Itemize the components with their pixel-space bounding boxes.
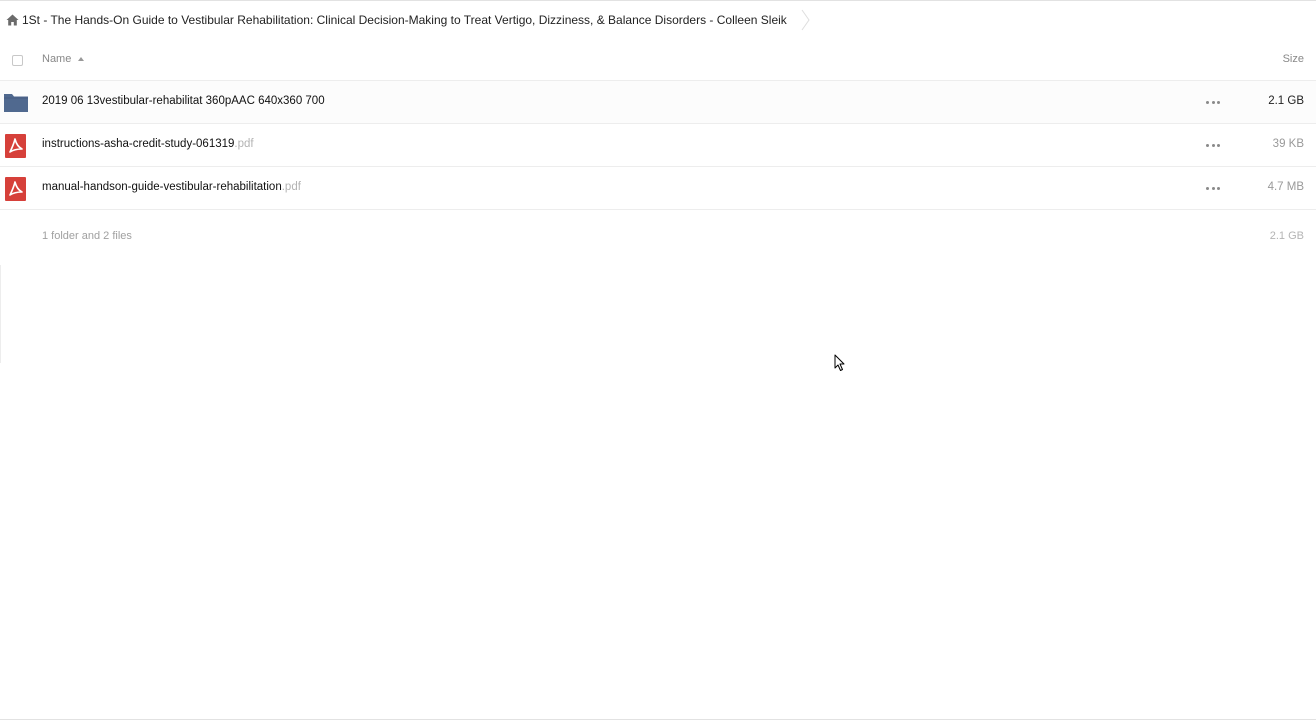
breadcrumb-separator-icon bbox=[801, 9, 810, 31]
select-all-checkbox[interactable] bbox=[12, 55, 23, 66]
more-actions-icon[interactable] bbox=[1206, 96, 1220, 108]
file-name-label: instructions-asha-credit-study-061319 bbox=[42, 138, 235, 150]
file-browser: 1St - The Hands-On Guide to Vestibular R… bbox=[0, 0, 1316, 720]
file-name-label: 2019 06 13vestibular-rehabilitat 360pAAC… bbox=[42, 95, 325, 107]
home-icon[interactable] bbox=[5, 13, 19, 27]
table-row[interactable]: 2019 06 13vestibular-rehabilitat 360pAAC… bbox=[0, 81, 1316, 124]
file-extension: .pdf bbox=[281, 181, 301, 193]
divider bbox=[0, 265, 1, 363]
file-name-label: manual-handson-guide-vestibular-rehabili… bbox=[42, 181, 282, 193]
folder-icon bbox=[4, 94, 28, 112]
file-size: 2.1 GB bbox=[1268, 95, 1304, 107]
table-row[interactable]: manual-handson-guide-vestibular-rehabili… bbox=[0, 167, 1316, 210]
summary-count: 1 folder and 2 files bbox=[42, 230, 132, 242]
file-list: 2019 06 13vestibular-rehabilitat 360pAAC… bbox=[0, 81, 1316, 210]
more-actions-icon[interactable] bbox=[1206, 139, 1220, 151]
size-column-header[interactable]: Size bbox=[1283, 53, 1304, 65]
file-size: 39 KB bbox=[1272, 138, 1304, 150]
summary-size: 2.1 GB bbox=[1269, 230, 1304, 242]
sort-ascending-icon bbox=[78, 57, 85, 61]
pdf-icon bbox=[5, 134, 26, 158]
list-summary: 1 folder and 2 files 2.1 GB bbox=[0, 210, 1316, 265]
file-extension: .pdf bbox=[234, 138, 254, 150]
mouse-cursor-icon bbox=[834, 354, 845, 371]
breadcrumb-item-current[interactable]: 1St - The Hands-On Guide to Vestibular R… bbox=[22, 13, 801, 27]
table-row[interactable]: instructions-asha-credit-study-061319.pd… bbox=[0, 124, 1316, 167]
file-name[interactable]: 2019 06 13vestibular-rehabilitat 360pAAC… bbox=[42, 95, 325, 107]
file-name[interactable]: instructions-asha-credit-study-061319.pd… bbox=[42, 138, 254, 150]
more-actions-icon[interactable] bbox=[1206, 182, 1220, 194]
pdf-icon bbox=[5, 177, 26, 201]
file-size: 4.7 MB bbox=[1267, 181, 1304, 193]
breadcrumb: 1St - The Hands-On Guide to Vestibular R… bbox=[0, 1, 1316, 39]
file-name[interactable]: manual-handson-guide-vestibular-rehabili… bbox=[42, 181, 301, 193]
name-column-header[interactable]: Name bbox=[42, 53, 85, 65]
name-column-label: Name bbox=[42, 53, 72, 65]
table-header: Name Size bbox=[0, 39, 1316, 81]
